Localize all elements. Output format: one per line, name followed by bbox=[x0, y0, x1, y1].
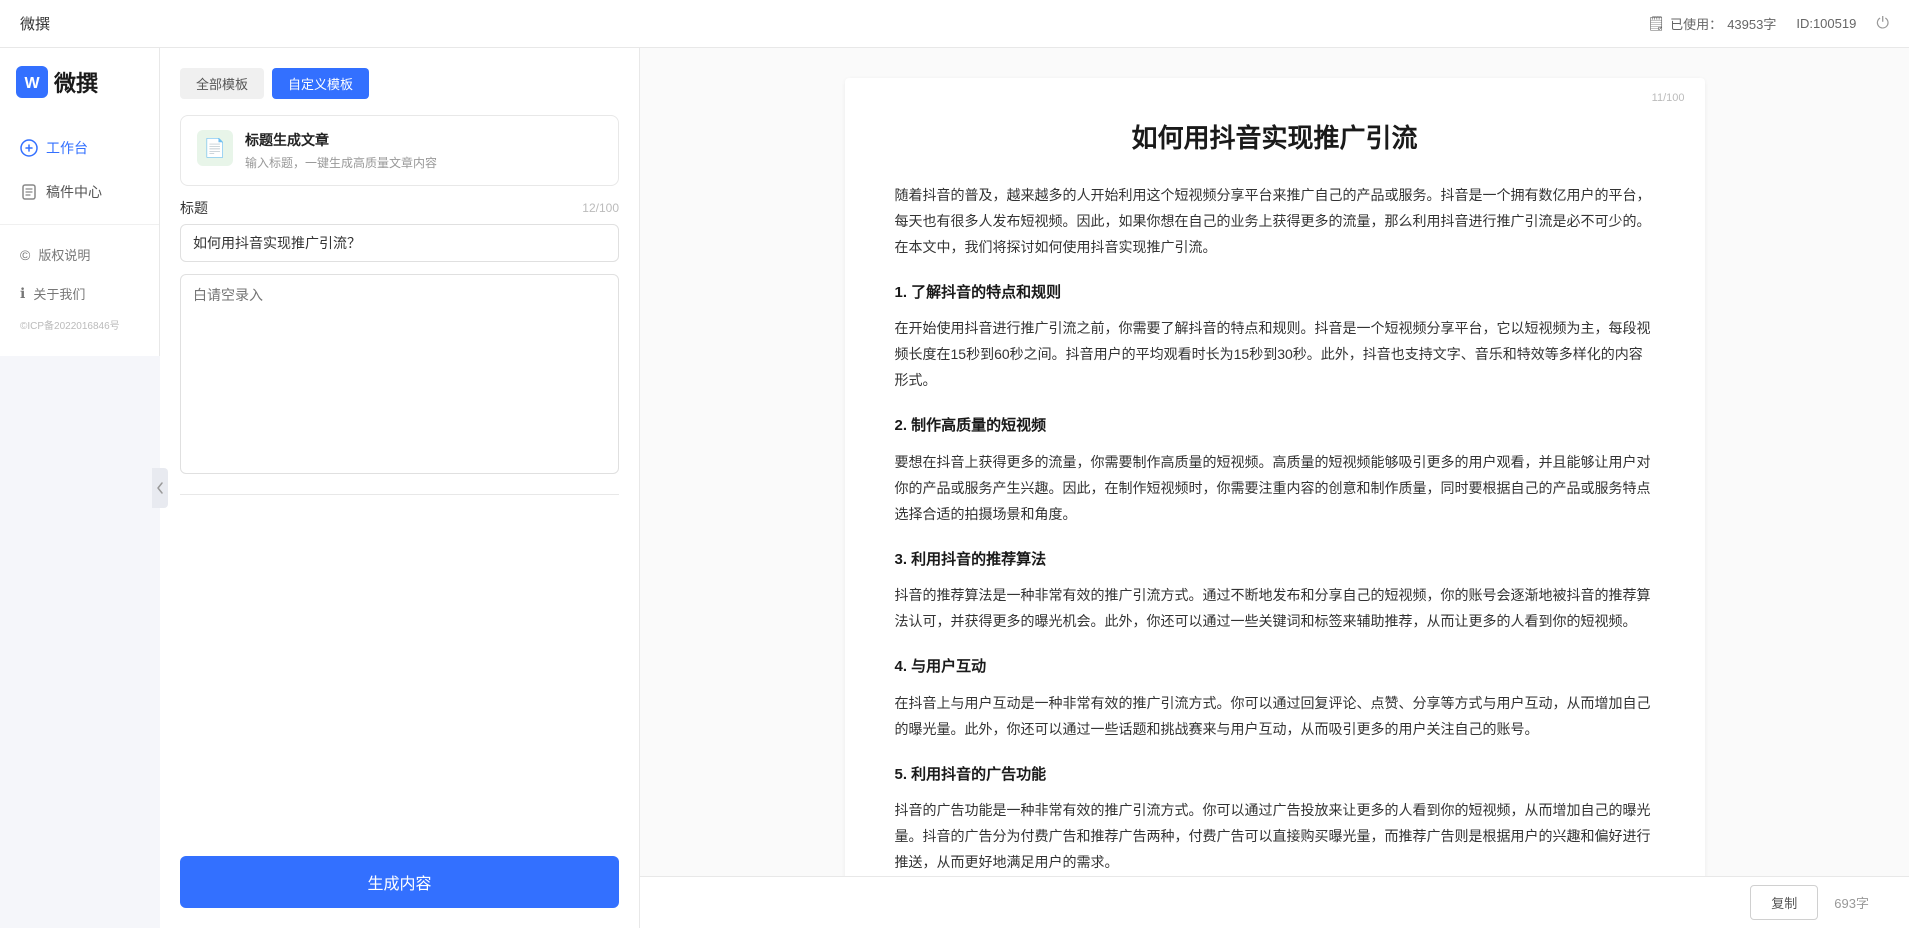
sidebar-label-about: 关于我们 bbox=[33, 284, 85, 303]
sidebar-item-copyright[interactable]: © 版权说明 bbox=[0, 235, 159, 274]
topbar-id: ID:100519 bbox=[1796, 16, 1856, 31]
svg-text:W: W bbox=[24, 75, 40, 92]
collapse-btn[interactable] bbox=[152, 468, 168, 508]
sidebar-bottom: © 版权说明 ℹ 关于我们 ©ICP备2022016846号 bbox=[0, 224, 159, 356]
title-input[interactable] bbox=[180, 224, 619, 262]
about-icon: ℹ bbox=[20, 285, 25, 302]
title-count: 12/100 bbox=[582, 201, 619, 215]
workbench-icon bbox=[20, 139, 38, 157]
title-field-container: 标题 12/100 bbox=[180, 198, 619, 262]
template-card-headline[interactable]: 📄 标题生成文章 输入标题，一键生成高质量文章内容 bbox=[180, 115, 619, 186]
article-section-heading: 1. 了解抖音的特点和规则 bbox=[895, 279, 1655, 307]
generate-btn[interactable]: 生成内容 bbox=[180, 856, 619, 908]
template-card-content: 标题生成文章 输入标题，一键生成高质量文章内容 bbox=[245, 130, 602, 171]
article-section-para: 要想在抖音上获得更多的流量，你需要制作高质量的短视频。高质量的短视频能够吸引更多… bbox=[895, 450, 1655, 528]
sidebar-item-about[interactable]: ℹ 关于我们 bbox=[0, 274, 159, 313]
title-label: 标题 bbox=[180, 198, 208, 218]
right-panel: 11/100 如何用抖音实现推广引流 随着抖音的普及，越来越多的人开始利用这个短… bbox=[640, 48, 1909, 928]
power-icon[interactable]: ⏻ bbox=[1876, 15, 1889, 33]
sidebar-copyright: ©ICP备2022016846号 bbox=[0, 313, 159, 336]
article-section-para: 随着抖音的普及，越来越多的人开始利用这个短视频分享平台来推广自己的产品或服务。抖… bbox=[895, 183, 1655, 261]
topbar-right: 🗒 已使用： 43953字 ID:100519 ⏻ bbox=[1647, 14, 1889, 33]
drafts-icon bbox=[20, 183, 38, 201]
article-title: 如何用抖音实现推广引流 bbox=[895, 118, 1655, 155]
extra-textarea[interactable] bbox=[180, 274, 619, 474]
article-section-heading: 5. 利用抖音的广告功能 bbox=[895, 761, 1655, 789]
article-section-para: 在抖音上与用户互动是一种非常有效的推广引流方式。你可以通过回复评论、点赞、分享等… bbox=[895, 691, 1655, 743]
left-panel: 全部模板 自定义模板 📄 标题生成文章 输入标题，一键生成高质量文章内容 标题 … bbox=[160, 48, 640, 928]
divider bbox=[180, 494, 619, 495]
sidebar-nav: 工作台 稿件中心 bbox=[0, 116, 159, 224]
copy-btn[interactable]: 复制 bbox=[1750, 885, 1818, 920]
topbar-usage: 🗒 已使用： 43953字 bbox=[1647, 14, 1776, 33]
sidebar-container: W 微撰 工作台 bbox=[0, 48, 160, 928]
article-section-heading: 3. 利用抖音的推荐算法 bbox=[895, 546, 1655, 574]
article-section-para: 抖音的广告功能是一种非常有效的推广引流方式。你可以通过广告投放来让更多的人看到你… bbox=[895, 798, 1655, 876]
sidebar: W 微撰 工作台 bbox=[0, 48, 160, 356]
right-panel-bottom: 复制 693字 bbox=[640, 876, 1909, 928]
article-section-heading: 2. 制作高质量的短视频 bbox=[895, 412, 1655, 440]
sidebar-label-copyright: 版权说明 bbox=[38, 245, 90, 264]
article-page: 11/100 如何用抖音实现推广引流 随着抖音的普及，越来越多的人开始利用这个短… bbox=[845, 78, 1705, 928]
sidebar-logo: W 微撰 bbox=[0, 48, 159, 116]
tab-custom-templates[interactable]: 自定义模板 bbox=[272, 68, 369, 99]
article-section-para: 在开始使用抖音进行推广引流之前，你需要了解抖音的特点和规则。抖音是一个短视频分享… bbox=[895, 316, 1655, 394]
article-section-para: 抖音的推荐算法是一种非常有效的推广引流方式。通过不断地发布和分享自己的短视频，你… bbox=[895, 583, 1655, 635]
tab-all-templates[interactable]: 全部模板 bbox=[180, 68, 264, 99]
logo-text: 微撰 bbox=[54, 66, 98, 98]
template-card-title: 标题生成文章 bbox=[245, 130, 602, 150]
main-layout: W 微撰 工作台 bbox=[0, 48, 1909, 928]
sidebar-item-workbench[interactable]: 工作台 bbox=[0, 126, 159, 170]
sidebar-label-workbench: 工作台 bbox=[46, 138, 88, 158]
topbar-title: 微撰 bbox=[20, 13, 50, 34]
usage-icon: 🗒 bbox=[1647, 15, 1665, 32]
sidebar-label-drafts: 稿件中心 bbox=[46, 182, 102, 202]
word-count: 693字 bbox=[1834, 893, 1869, 912]
content-area: 全部模板 自定义模板 📄 标题生成文章 输入标题，一键生成高质量文章内容 标题 … bbox=[160, 48, 1909, 928]
template-tabs: 全部模板 自定义模板 bbox=[180, 68, 619, 99]
template-card-icon: 📄 bbox=[197, 130, 233, 166]
template-card-desc: 输入标题，一键生成高质量文章内容 bbox=[245, 154, 602, 171]
usage-count: 43953字 bbox=[1727, 14, 1776, 33]
article-section-heading: 4. 与用户互动 bbox=[895, 653, 1655, 681]
usage-label: 已使用： bbox=[1670, 14, 1722, 33]
topbar: 微撰 🗒 已使用： 43953字 ID:100519 ⏻ bbox=[0, 0, 1909, 48]
article-body: 随着抖音的普及，越来越多的人开始利用这个短视频分享平台来推广自己的产品或服务。抖… bbox=[895, 183, 1655, 876]
copyright-icon: © bbox=[20, 247, 30, 263]
logo-icon: W bbox=[16, 66, 48, 98]
sidebar-item-drafts[interactable]: 稿件中心 bbox=[0, 170, 159, 214]
page-num: 11/100 bbox=[1652, 92, 1685, 104]
title-label-row: 标题 12/100 bbox=[180, 198, 619, 218]
